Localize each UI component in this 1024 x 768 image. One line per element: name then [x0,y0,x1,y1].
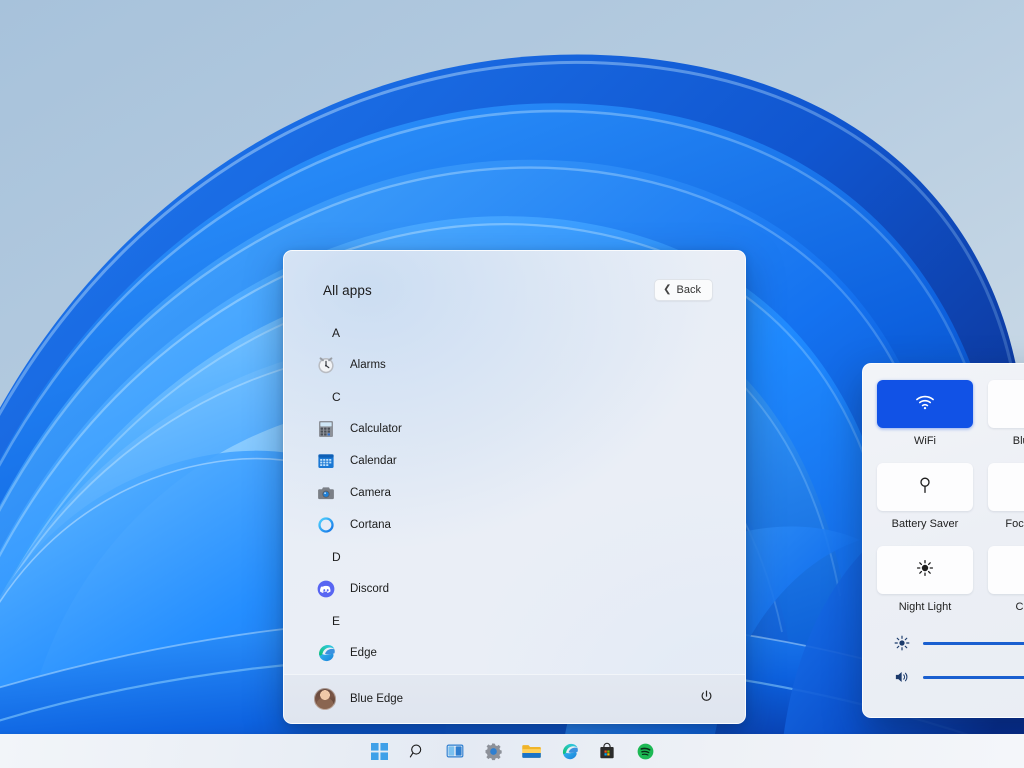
start-menu-footer: Blue Edge [284,674,745,723]
calendar-icon [316,451,336,471]
quick-tile-focus-assist-cell: Focus assist [988,463,1024,543]
quick-tile-focus-assist[interactable] [988,463,1024,511]
brightness-icon [893,634,911,652]
night-light-icon [915,558,935,583]
app-list-item-edge[interactable]: Edge [284,637,745,669]
quick-tile-label: Bluetooth [1013,435,1024,447]
quick-tile-label: Connect [1016,601,1024,613]
quick-settings-panel[interactable]: WiFi Bluetooth [862,363,1024,718]
app-list-item-cortana[interactable]: Cortana [284,509,745,541]
start-menu[interactable]: All apps ❮ Back A Alarms [283,250,746,724]
avatar [314,688,336,710]
quick-tile-wifi[interactable] [877,380,973,428]
quick-tile-battery-saver-cell: Battery Saver [877,463,973,543]
cortana-icon [316,515,336,535]
taskbar-start-button[interactable] [366,738,392,764]
back-button-label: Back [677,284,701,296]
user-account-button[interactable]: Blue Edge [314,688,403,710]
letter-header-e: E [284,605,745,637]
quick-tile-label: WiFi [914,435,936,447]
volume-slider-row[interactable] [877,660,1024,694]
app-label: Calendar [350,455,397,467]
letter-header-c: C [284,381,745,413]
back-button[interactable]: ❮ Back [654,279,713,301]
taskbar-settings-button[interactable] [480,738,506,764]
quick-tile-night-light-cell: Night Light [877,546,973,626]
quick-tile-label: Focus assist [1005,518,1024,530]
settings-gear-icon [484,742,503,761]
app-list-item-calendar[interactable]: Calendar [284,445,745,477]
search-icon [408,742,426,760]
app-label: Edge [350,647,377,659]
page-title: All apps [323,283,372,298]
start-menu-header: All apps ❮ Back [284,251,745,311]
taskbar[interactable] [0,734,1024,768]
quick-tile-label: Night Light [899,601,952,613]
app-label: Cortana [350,519,391,531]
wifi-icon [914,393,936,416]
app-list-item-alarms[interactable]: Alarms [284,349,745,381]
volume-icon [893,668,911,686]
app-list-item-discord[interactable]: Discord [284,573,745,605]
spotify-icon [636,742,655,761]
brightness-slider-fill [923,642,1024,645]
task-view-icon [446,743,464,759]
quick-tile-connect-cell: Connect [988,546,1024,626]
letter-header-a: A [284,317,745,349]
brightness-slider[interactable] [923,642,1024,645]
quick-tile-battery-saver[interactable] [877,463,973,511]
volume-slider-fill [923,676,1024,679]
edge-icon [560,742,579,761]
app-label: Alarms [350,359,386,371]
quick-tile-bluetooth-cell: Bluetooth [988,380,1024,460]
camera-icon [316,483,336,503]
folder-icon [521,743,541,760]
brightness-slider-row[interactable] [877,626,1024,660]
app-list-item-calculator[interactable]: Calculator [284,413,745,445]
letter-header-d: D [284,541,745,573]
discord-icon [316,579,336,599]
taskbar-spotify-button[interactable] [632,738,658,764]
taskbar-search-button[interactable] [404,738,430,764]
app-list-item-camera[interactable]: Camera [284,477,745,509]
taskbar-edge-button[interactable] [556,738,582,764]
all-apps-list[interactable]: A Alarms C [284,311,745,674]
taskbar-file-explorer-button[interactable] [518,738,544,764]
taskbar-items [366,738,658,764]
store-icon [598,742,616,760]
quick-tile-wifi-cell: WiFi [877,380,973,460]
taskbar-microsoft-store-button[interactable] [594,738,620,764]
chevron-left-icon: ❮ [663,285,671,295]
quick-tile-bluetooth[interactable] [988,380,1024,428]
user-name: Blue Edge [350,693,403,705]
windows-start-icon [371,743,388,760]
volume-slider[interactable] [923,676,1024,679]
power-button[interactable] [693,686,719,712]
app-label: Camera [350,487,391,499]
quick-settings-tiles: WiFi Bluetooth [877,380,1024,626]
taskbar-task-view-button[interactable] [442,738,468,764]
quick-tile-label: Battery Saver [892,518,959,530]
app-label: Discord [350,583,389,595]
quick-tile-night-light[interactable] [877,546,973,594]
edge-icon [316,643,336,663]
calculator-icon [316,419,336,439]
battery-saver-icon [916,475,934,500]
desktop[interactable]: All apps ❮ Back A Alarms [0,0,1024,768]
quick-tile-connect[interactable] [988,546,1024,594]
alarms-icon [316,355,336,375]
power-icon [699,689,714,709]
app-label: Calculator [350,423,402,435]
